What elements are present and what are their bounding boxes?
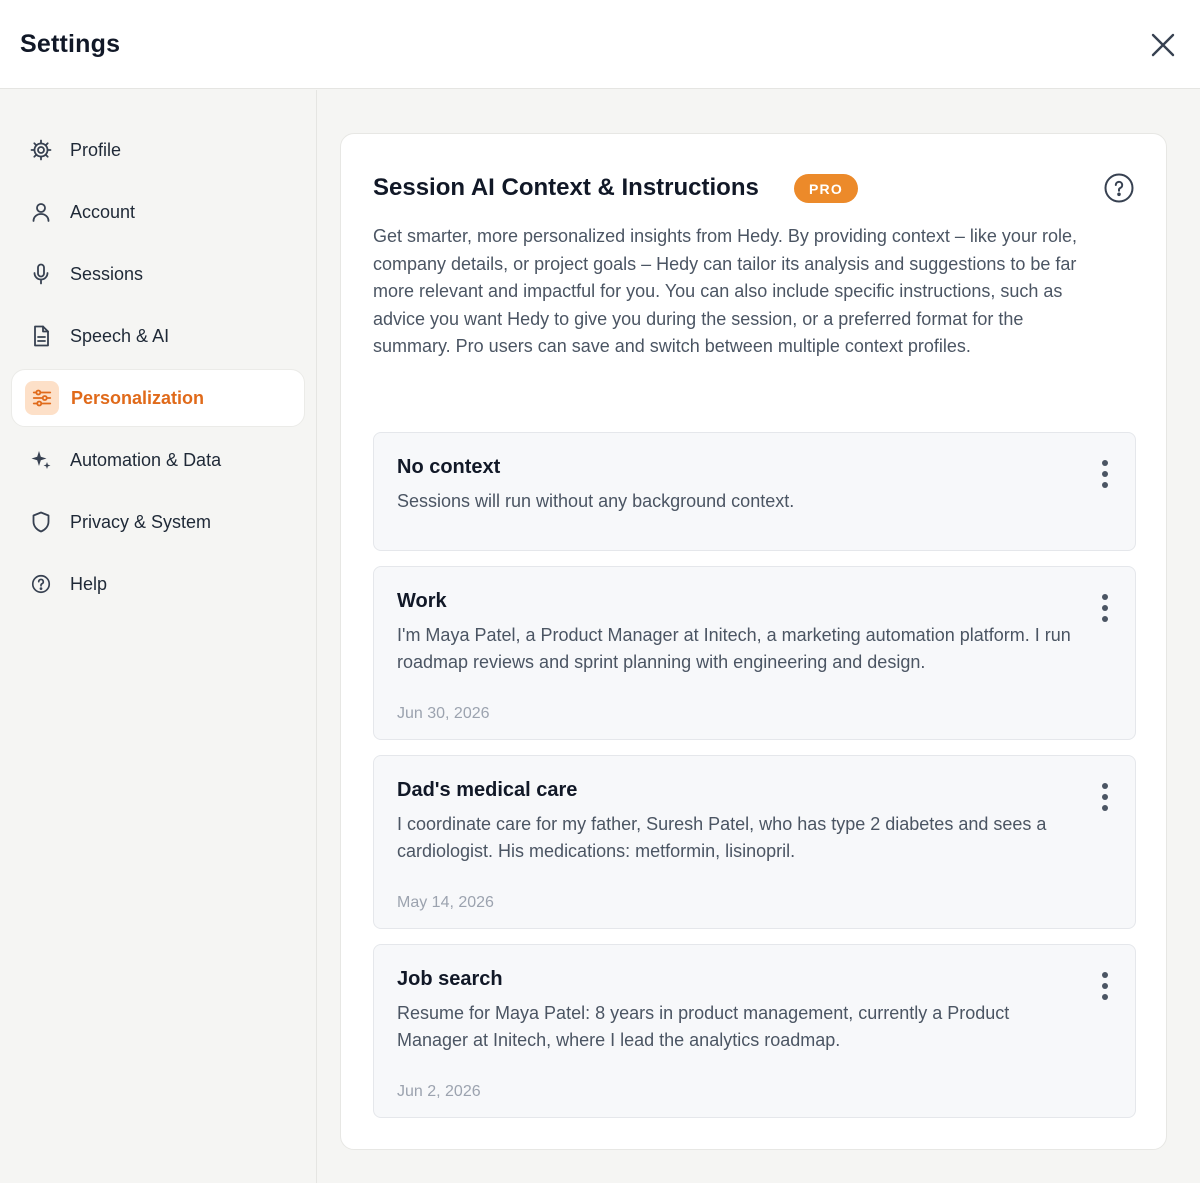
shield-icon [24, 505, 58, 539]
sidebar: Profile Account Sessions Speech & AI Per… [0, 90, 317, 1183]
sidebar-item-personalization[interactable]: Personalization [11, 369, 305, 427]
context-card-dads-medical-care[interactable]: Dad's medical care I coordinate care for… [373, 755, 1136, 929]
context-card-no-context[interactable]: No context Sessions will run without any… [373, 432, 1136, 551]
sidebar-item-sessions[interactable]: Sessions [11, 245, 305, 303]
sidebar-item-label: Account [70, 201, 136, 222]
sidebar-item-label: Profile [70, 139, 122, 160]
context-card-job-search[interactable]: Job search Resume for Maya Patel: 8 year… [373, 944, 1136, 1118]
section-description: Get smarter, more personalized insights … [373, 226, 1077, 357]
more-options-button[interactable] [1092, 455, 1118, 493]
card-body: I coordinate care for my father, Suresh … [397, 814, 1047, 861]
context-panel: Session AI Context & Instructions PRO Ge… [340, 133, 1167, 1150]
close-icon [1151, 33, 1175, 57]
microphone-icon [24, 257, 58, 291]
card-body: Resume for Maya Patel: 8 years in produc… [397, 1003, 1010, 1050]
sidebar-item-label: Speech & AI [70, 325, 170, 346]
sidebar-item-account[interactable]: Account [11, 183, 305, 241]
more-options-button[interactable] [1092, 967, 1118, 1005]
card-date: May 14, 2026 [397, 894, 494, 911]
more-options-button[interactable] [1092, 778, 1118, 816]
card-title: No context [397, 456, 501, 478]
context-card-work[interactable]: Work I'm Maya Patel, a Product Manager a… [373, 566, 1136, 740]
sidebar-item-label: Privacy & System [70, 511, 212, 532]
section-title: Session AI Context & Instructions [373, 174, 759, 201]
sidebar-item-label: Automation & Data [70, 449, 222, 470]
pro-badge: PRO [794, 174, 858, 203]
card-title: Job search [397, 968, 503, 990]
sidebar-item-privacy-system[interactable]: Privacy & System [11, 493, 305, 551]
card-date: Jun 30, 2026 [397, 705, 490, 722]
sidebar-item-profile[interactable]: Profile [11, 121, 305, 179]
sliders-icon [25, 381, 59, 415]
card-date: Jun 2, 2026 [397, 1083, 481, 1100]
user-icon [24, 195, 58, 229]
page-title: Settings [20, 30, 121, 58]
sidebar-item-automation-data[interactable]: Automation & Data [11, 431, 305, 489]
gear-icon [24, 133, 58, 167]
sidebar-item-label: Sessions [70, 263, 144, 284]
question-icon [1104, 173, 1134, 203]
document-icon [24, 319, 58, 353]
card-body: I'm Maya Patel, a Product Manager at Ini… [397, 625, 1071, 672]
sidebar-item-speech-ai[interactable]: Speech & AI [11, 307, 305, 365]
card-title: Dad's medical care [397, 779, 578, 801]
close-button[interactable] [1146, 28, 1180, 62]
sidebar-item-help[interactable]: Help [11, 555, 305, 613]
help-button[interactable] [1103, 172, 1135, 204]
sparkle-icon [24, 443, 58, 477]
more-options-button[interactable] [1092, 589, 1118, 627]
card-body: Sessions will run without any background… [397, 491, 795, 511]
card-title: Work [397, 590, 447, 612]
help-icon [24, 567, 58, 601]
settings-header: Settings [0, 0, 1200, 89]
sidebar-item-label: Personalization [71, 387, 205, 408]
sidebar-item-label: Help [70, 573, 108, 594]
